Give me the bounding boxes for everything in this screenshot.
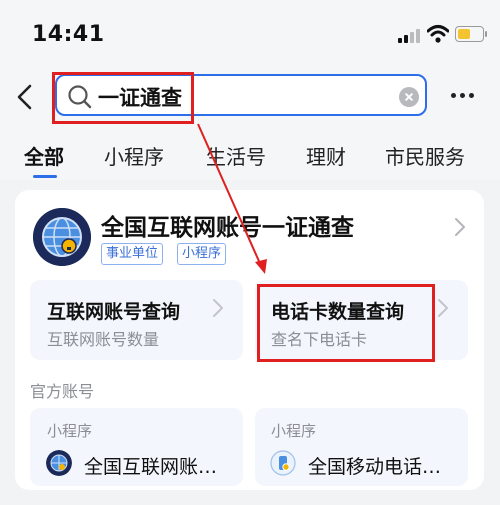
status-time: 14:41 xyxy=(32,22,105,47)
mobile-phone-logo-icon xyxy=(270,450,296,476)
service-account-query-title: 互联网账号查询 xyxy=(47,301,181,323)
search-query-highlight-box xyxy=(52,72,194,124)
cellular-signal-icon xyxy=(398,27,420,43)
tab-all[interactable]: 全部 xyxy=(24,141,64,170)
battery-icon xyxy=(455,26,487,42)
clear-search-icon[interactable] xyxy=(399,87,419,107)
tab-finance[interactable]: 理财 xyxy=(306,141,346,170)
wifi-icon xyxy=(427,25,449,43)
service-account-query-subtitle: 互联网账号数量 xyxy=(47,330,160,349)
account-name: 全国互联网账… xyxy=(84,456,218,478)
phone-card-query-highlight-box xyxy=(257,284,435,362)
result-chevron-icon[interactable] xyxy=(454,217,466,237)
tag-mini-program: 小程序 xyxy=(177,243,227,265)
service-phone-chevron-icon xyxy=(438,299,448,317)
account-name: 全国移动电话… xyxy=(308,456,442,478)
service-account-chevron-icon xyxy=(213,299,223,317)
account-type-label: 小程序 xyxy=(271,422,317,440)
globe-logo-avatar xyxy=(33,208,91,266)
globe-logo-icon xyxy=(46,450,72,476)
active-tab-indicator xyxy=(33,175,57,178)
tab-life-accounts[interactable]: 生活号 xyxy=(206,141,266,170)
official-accounts-label: 官方账号 xyxy=(30,382,95,401)
back-arrow-icon[interactable] xyxy=(14,84,38,110)
result-title[interactable]: 全国互联网账号一证通查 xyxy=(101,208,354,242)
tab-citizen-services[interactable]: 市民服务 xyxy=(385,141,465,170)
account-type-label: 小程序 xyxy=(47,422,93,440)
tab-mini-programs[interactable]: 小程序 xyxy=(104,141,164,170)
tag-public-institution: 事业单位 xyxy=(101,243,164,265)
more-options-icon[interactable] xyxy=(451,93,475,99)
